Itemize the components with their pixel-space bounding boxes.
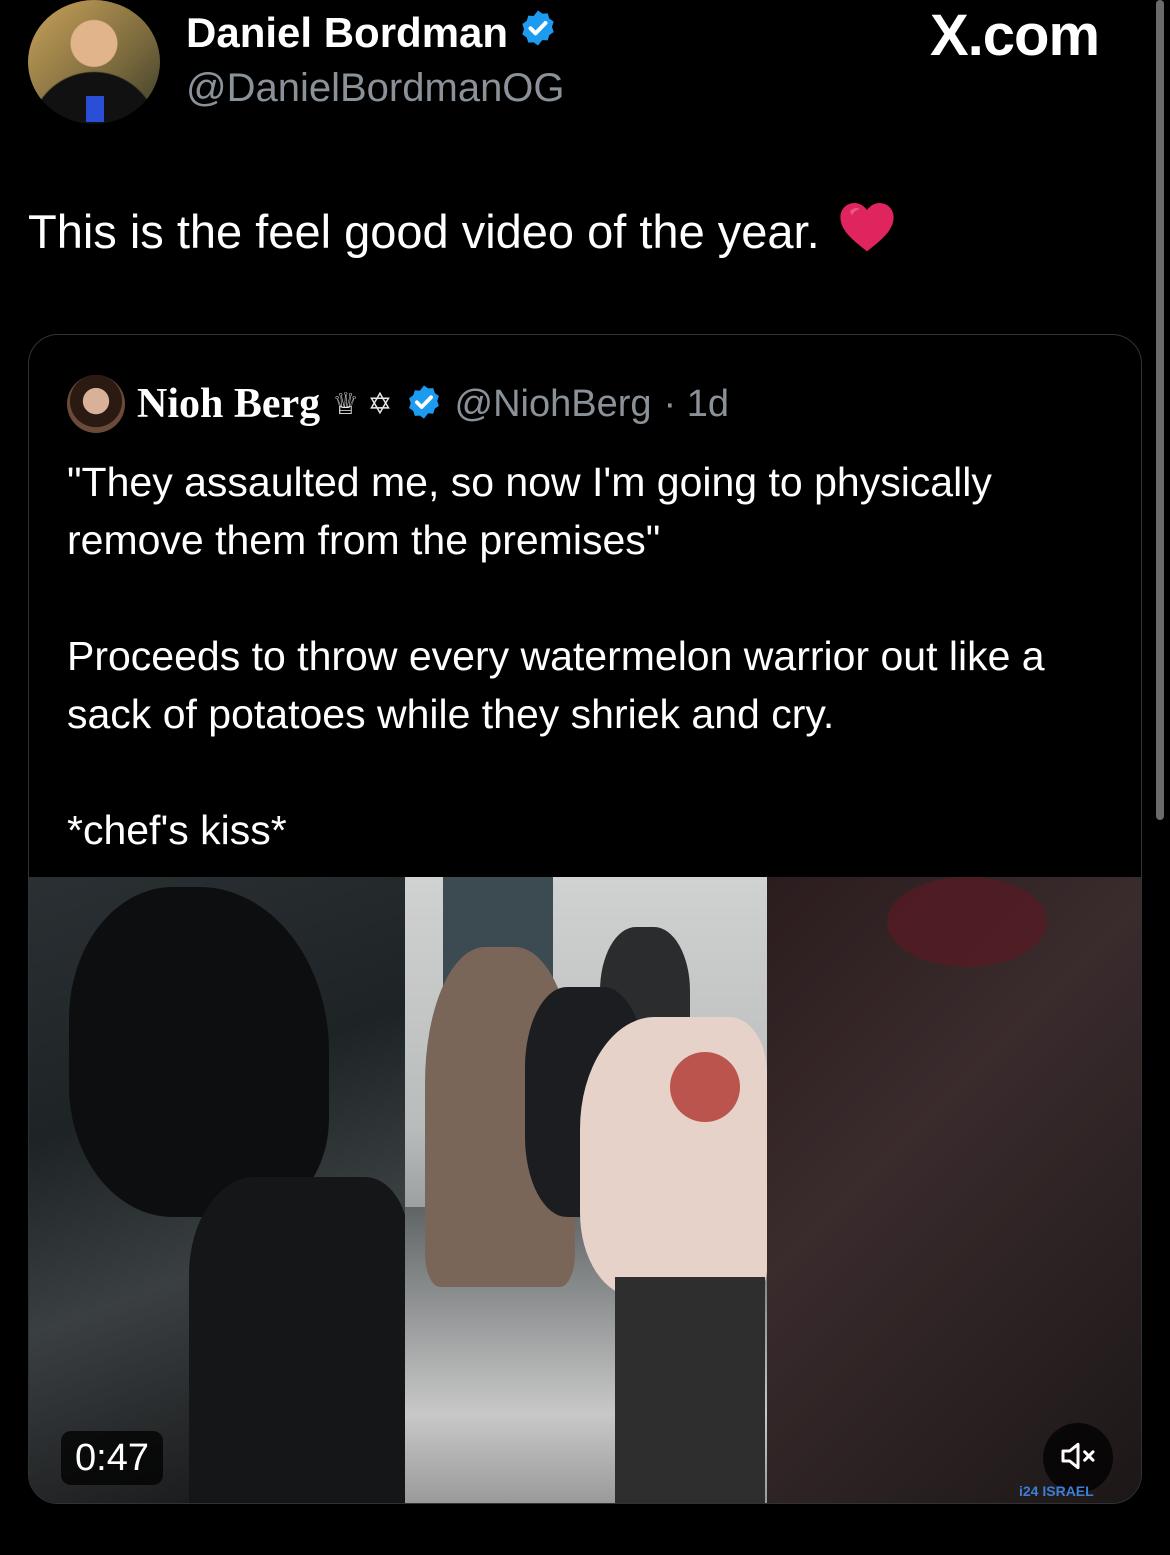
quoted-author-name[interactable]: Nioh Berg [137,380,320,428]
quoted-tweet-header: Nioh Berg ♕ ✡ @NiohBerg · 1d [67,375,729,433]
quoted-paragraph: "They assaulted me, so now I'm going to … [67,459,992,563]
speaker-muted-icon [1058,1436,1098,1481]
x-logo-wordmark: X.com [930,3,1100,68]
quoted-paragraph: *chef's kiss* [67,807,287,853]
quoted-author-symbols: ♕ ✡ [332,387,393,421]
quoted-tweet-text: "They assaulted me, so now I'm going to … [67,453,1107,859]
red-heart-icon [838,198,896,265]
tweet-body: This is the feel good video of the year. [28,198,896,265]
scrollbar[interactable] [1156,0,1164,820]
quoted-author-avatar[interactable] [67,375,125,433]
quoted-timestamp: · 1d [663,382,730,425]
author-avatar[interactable] [28,0,160,124]
author-name-row[interactable]: Daniel Bordman [186,8,558,58]
video-duration-badge: 0:47 [61,1431,163,1485]
verified-badge-icon [518,8,558,58]
tweet-text: This is the feel good video of the year. [28,205,820,258]
verified-badge-icon [405,383,443,426]
video-player[interactable]: 0:47 i24 ISRAEL [29,877,1141,1503]
video-watermark: i24 ISRAEL [1019,1483,1094,1499]
video-frame-right-blur [767,877,1141,1503]
author-handle[interactable]: @DanielBordmanOG [186,66,565,111]
quoted-tweet-card[interactable]: Nioh Berg ♕ ✡ @NiohBerg · 1d "They assau… [28,334,1142,1504]
video-frame-left-blur [29,877,409,1503]
quoted-author-handle[interactable]: @NiohBerg [455,383,652,426]
author-name[interactable]: Daniel Bordman [186,9,508,57]
video-frame-center [405,877,767,1503]
quoted-paragraph: Proceeds to throw every watermelon warri… [67,633,1045,737]
